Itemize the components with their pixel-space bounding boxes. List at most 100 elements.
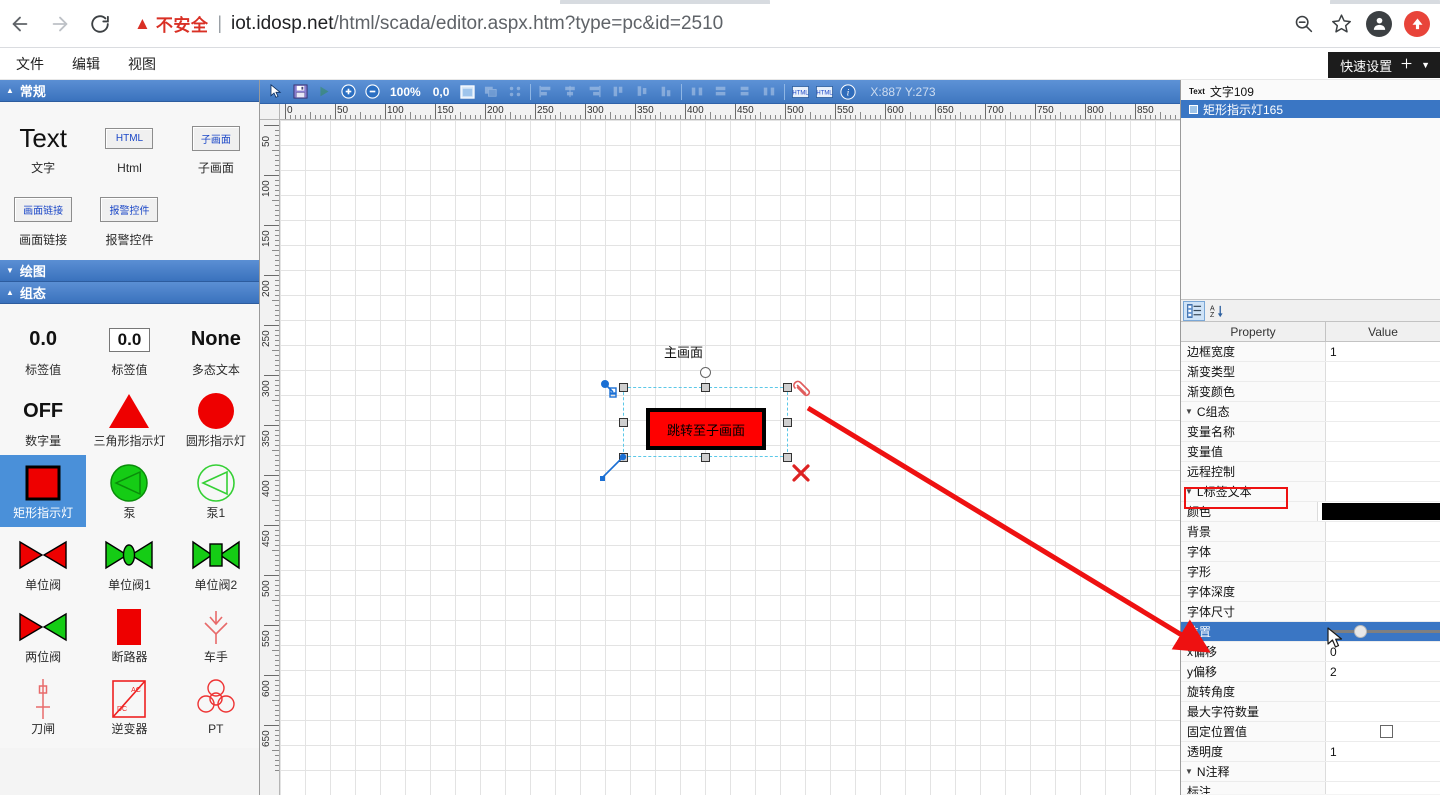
group-toggle-icon[interactable]: ▼: [1185, 767, 1193, 776]
zoom-out-icon[interactable]: [1286, 7, 1320, 41]
palette-item-2-3[interactable]: OFF数字量: [0, 383, 86, 455]
chevron-down-icon[interactable]: ▼: [1421, 60, 1430, 70]
resize-handle-w[interactable]: [619, 418, 628, 427]
palette-item-2-11[interactable]: 单位阀2: [173, 527, 259, 599]
property-row-6[interactable]: 远程控制: [1181, 462, 1440, 482]
property-row-2[interactable]: 渐变颜色: [1181, 382, 1440, 402]
same-size-icon[interactable]: [757, 81, 781, 103]
palette-section-header-0[interactable]: ▲常规: [0, 80, 259, 102]
browser-tab-stub-right[interactable]: [1330, 0, 1440, 4]
property-row-5[interactable]: 变量值: [1181, 442, 1440, 462]
grid-toggle-icon[interactable]: [455, 81, 479, 103]
property-value-cell[interactable]: [1326, 782, 1440, 794]
star-icon[interactable]: [1324, 7, 1358, 41]
property-value-cell[interactable]: [1326, 602, 1440, 621]
align-top-icon[interactable]: [606, 81, 630, 103]
property-value-cell[interactable]: [1326, 722, 1440, 741]
property-row-8[interactable]: 颜色: [1181, 502, 1440, 522]
floppy-save-icon[interactable]: [288, 81, 312, 103]
align-bottom-icon[interactable]: [654, 81, 678, 103]
categorized-view-icon[interactable]: [1183, 301, 1205, 321]
quick-settings-button[interactable]: 快速设置 ▼: [1328, 52, 1440, 78]
property-value-cell[interactable]: [1326, 442, 1440, 461]
profile-avatar-icon[interactable]: [1362, 7, 1396, 41]
palette-item-2-7[interactable]: 泵: [86, 455, 172, 527]
tree-item-1[interactable]: 矩形指示灯165: [1181, 100, 1440, 118]
property-row-14[interactable]: 位置: [1181, 622, 1440, 642]
property-value-cell[interactable]: [1326, 522, 1440, 541]
palette-item-0-3[interactable]: 画面链接画面链接: [0, 182, 86, 254]
rect-lamp-shape[interactable]: 跳转至子画面: [646, 408, 766, 450]
property-row-16[interactable]: y偏移2: [1181, 662, 1440, 682]
property-value-cell[interactable]: [1326, 582, 1440, 601]
property-row-17[interactable]: 旋转角度: [1181, 682, 1440, 702]
slider-knob[interactable]: [1354, 625, 1367, 638]
palette-item-2-12[interactable]: 两位阀: [0, 599, 86, 671]
same-width-icon[interactable]: [709, 81, 733, 103]
zoom-out-icon[interactable]: [360, 81, 384, 103]
address-bar[interactable]: ▲ 不安全 | iot.idosp.net/html/scada/editor.…: [126, 7, 1286, 41]
palette-item-2-10[interactable]: 单位阀1: [86, 527, 172, 599]
rotate-handle-icon[interactable]: [700, 367, 711, 378]
update-arrow-icon[interactable]: [1400, 7, 1434, 41]
menu-edit[interactable]: 编辑: [60, 51, 112, 77]
palette-item-2-9[interactable]: 单位阀: [0, 527, 86, 599]
align-center-h-icon[interactable]: [558, 81, 582, 103]
palette-item-0-1[interactable]: HTMLHtml: [86, 110, 172, 182]
alphabetical-sort-icon[interactable]: AZ: [1205, 301, 1227, 321]
palette-item-0-2[interactable]: 子画面子画面: [173, 110, 259, 182]
property-row-0[interactable]: 边框宽度1: [1181, 342, 1440, 362]
palette-section-header-1[interactable]: ▼绘图: [0, 260, 259, 282]
property-value-cell[interactable]: [1326, 682, 1440, 701]
palette-item-0-4[interactable]: 报警控件报警控件: [86, 182, 172, 254]
section-toggle-icon[interactable]: ▼: [6, 266, 14, 275]
property-row-10[interactable]: 字体: [1181, 542, 1440, 562]
property-row-22[interactable]: 标注: [1181, 782, 1440, 794]
design-canvas[interactable]: 主画面 跳转至子画面: [280, 120, 1180, 795]
zoom-in-icon[interactable]: [336, 81, 360, 103]
property-value-cell[interactable]: [1326, 562, 1440, 581]
property-row-20[interactable]: 透明度1: [1181, 742, 1440, 762]
resize-handle-s[interactable]: [701, 453, 710, 462]
back-arrow-icon[interactable]: [0, 4, 40, 44]
palette-item-2-2[interactable]: None多态文本: [173, 312, 259, 384]
property-row-19[interactable]: 固定位置值: [1181, 722, 1440, 742]
resize-handle-nw[interactable]: [619, 383, 628, 392]
property-value-cell[interactable]: [1326, 402, 1440, 421]
property-row-1[interactable]: 渐变类型: [1181, 362, 1440, 382]
color-swatch[interactable]: [1322, 503, 1440, 520]
info-circle-icon[interactable]: i: [836, 81, 860, 103]
section-toggle-icon[interactable]: ▲: [6, 86, 14, 95]
section-toggle-icon[interactable]: ▲: [6, 288, 14, 297]
reload-icon[interactable]: [80, 4, 120, 44]
property-value-cell[interactable]: 1: [1326, 742, 1440, 761]
resize-handle-n[interactable]: [701, 383, 710, 392]
palette-item-2-13[interactable]: 断路器: [86, 599, 172, 671]
canvas-page-title[interactable]: 主画面: [664, 342, 703, 361]
property-row-9[interactable]: 背景: [1181, 522, 1440, 542]
play-icon[interactable]: [312, 81, 336, 103]
resize-handle-sw[interactable]: [619, 453, 628, 462]
security-status-label[interactable]: 不安全: [156, 11, 209, 36]
property-value-cell[interactable]: 1: [1326, 342, 1440, 361]
align-layer-icon[interactable]: [479, 81, 503, 103]
palette-item-2-4[interactable]: 三角形指示灯: [86, 383, 172, 455]
property-row-12[interactable]: 字体深度: [1181, 582, 1440, 602]
property-value-cell[interactable]: [1318, 502, 1440, 521]
property-row-3[interactable]: ▼C组态: [1181, 402, 1440, 422]
property-value-cell[interactable]: 2: [1326, 662, 1440, 681]
property-row-4[interactable]: 变量名称: [1181, 422, 1440, 442]
property-value-cell[interactable]: [1326, 762, 1440, 781]
group-toggle-icon[interactable]: ▼: [1185, 487, 1193, 496]
palette-item-2-0[interactable]: 0.0标签值: [0, 312, 86, 384]
property-value-cell[interactable]: [1326, 482, 1440, 501]
property-row-11[interactable]: 字形: [1181, 562, 1440, 582]
palette-item-0-0[interactable]: Text文字: [0, 110, 86, 182]
zoom-level-label[interactable]: 100%: [384, 85, 427, 99]
align-node-icon[interactable]: [503, 81, 527, 103]
move-cross-icon[interactable]: [1400, 57, 1413, 73]
forward-arrow-icon[interactable]: [40, 4, 80, 44]
property-value-cell[interactable]: [1326, 462, 1440, 481]
palette-item-2-15[interactable]: 刀闸: [0, 671, 86, 743]
html-import-icon[interactable]: HTML: [788, 81, 812, 103]
